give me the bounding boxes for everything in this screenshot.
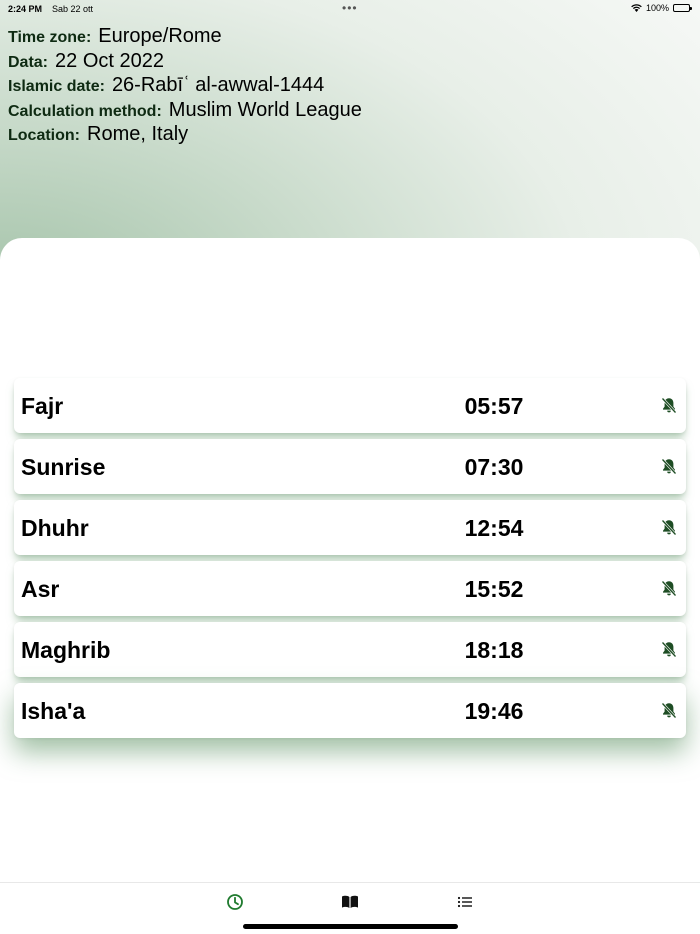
timezone-value: Europe/Rome [98,25,222,47]
calculation-method-row: Calculation method: Muslim World League [8,99,362,124]
prayer-name: Asr [21,576,60,602]
prayer-row-sunrise[interactable]: Sunrise 07:30 [14,439,686,494]
location-value: Rome, Italy [87,123,189,146]
prayer-time: 07:30 [464,454,524,480]
prayer-row-fajr[interactable]: Fajr 05:57 [14,378,686,433]
prayer-name: Maghrib [21,637,111,663]
bell-off-icon[interactable] [661,641,677,658]
bell-off-icon[interactable] [661,702,677,719]
prayer-name: Isha'a [21,698,86,724]
prayer-time: 12:54 [464,515,524,541]
date-row: Data: 22 Oct 2022 [8,50,362,75]
location-row: Location: Rome, Italy [8,123,362,148]
tab-quran-book-icon[interactable] [341,893,359,911]
status-time: 2:24 PM [8,4,43,14]
battery-icon [673,4,692,12]
timezone-row: Time zone: Europe/Rome [8,25,362,50]
prayer-time: 15:52 [464,576,524,602]
islamic-date-row: Islamic date: 26-Rabīʿ al-awwal-1444 [8,74,362,99]
status-bar: 2:24 PM Sab 22 ott ••• 100% [0,0,700,18]
location-info: Time zone: Europe/Rome Data: 22 Oct 2022… [8,25,362,148]
home-indicator[interactable] [243,924,458,929]
prayer-times-list: Fajr 05:57 Sunrise 07:30 Dhuhr 12:54 Asr [14,378,686,744]
bell-off-icon[interactable] [661,397,677,414]
prayer-time: 05:57 [464,393,524,419]
prayer-name: Fajr [21,393,64,419]
date-value: 22 Oct 2022 [55,49,164,72]
bell-off-icon[interactable] [661,580,677,597]
bell-off-icon[interactable] [661,458,677,475]
calculation-method-value: Muslim World League [168,98,362,121]
prayer-row-asr[interactable]: Asr 15:52 [14,561,686,616]
tab-prayer-times-clock-icon[interactable] [226,893,244,911]
prayer-name: Sunrise [21,454,106,480]
prayer-name: Dhuhr [21,515,89,541]
islamic-date-value: 26-Rabīʿ al-awwal-1444 [111,74,325,97]
calculation-method-label: Calculation method: [8,102,162,120]
status-date: Sab 22 ott [52,4,94,14]
prayer-row-ishaa[interactable]: Isha'a 19:46 [14,683,686,738]
bell-off-icon[interactable] [661,519,677,536]
prayer-row-maghrib[interactable]: Maghrib 18:18 [14,622,686,677]
multitasking-dots[interactable]: ••• [342,1,358,15]
date-label: Data: [8,53,49,71]
tab-list-icon[interactable] [456,893,474,911]
prayer-row-dhuhr[interactable]: Dhuhr 12:54 [14,500,686,555]
location-label: Location: [8,127,80,145]
islamic-date-label: Islamic date: [8,78,105,96]
timezone-label: Time zone: [8,29,92,46]
status-right: 100% [631,3,692,13]
wifi-icon [631,4,642,12]
battery-percentage: 100% [645,3,669,13]
prayer-time: 19:46 [464,698,524,724]
prayer-time: 18:18 [464,637,524,663]
